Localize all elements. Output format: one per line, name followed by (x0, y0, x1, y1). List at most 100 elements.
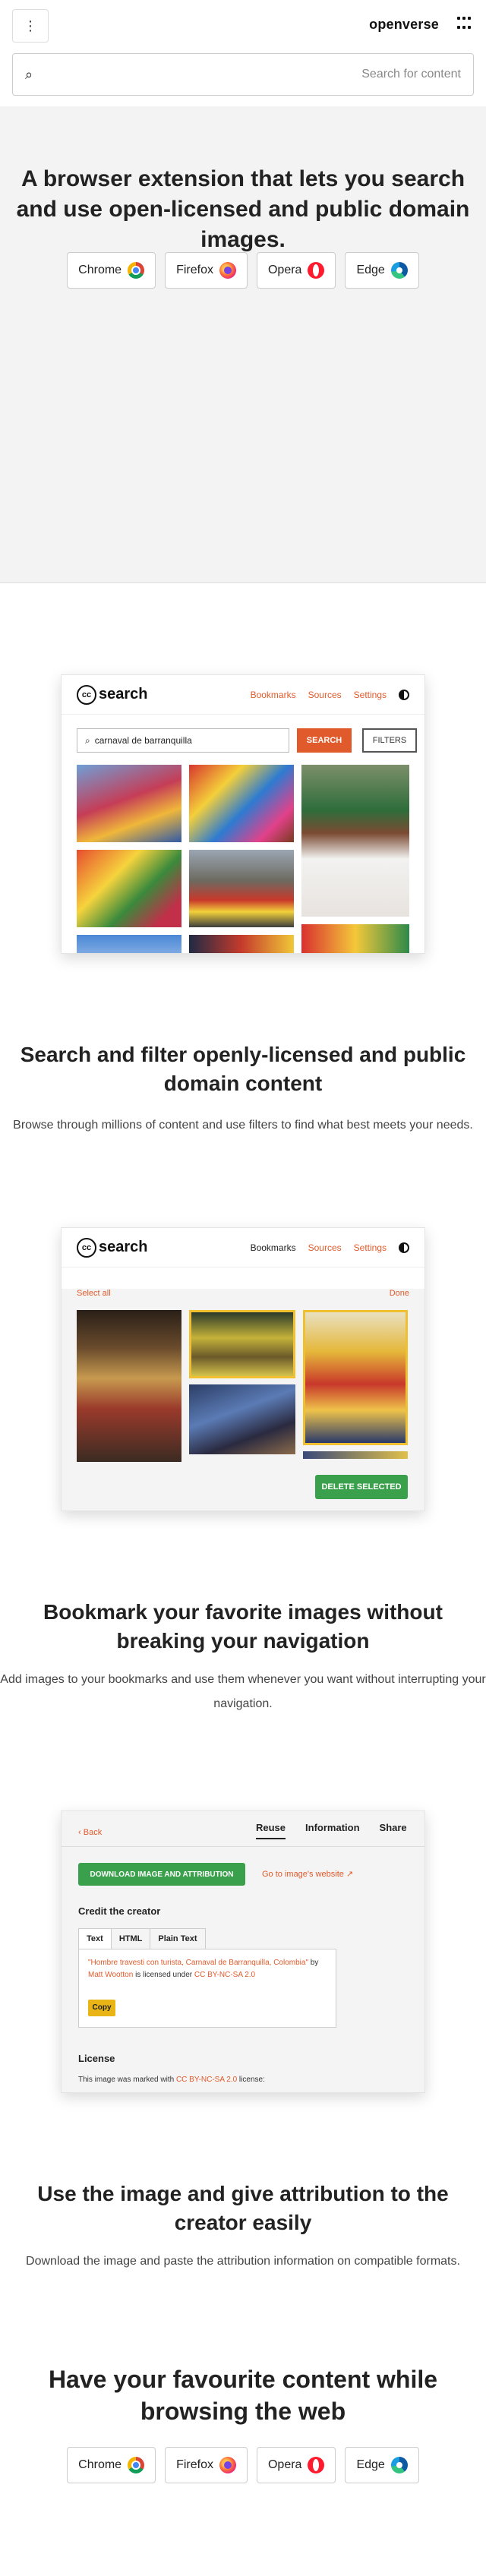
chrome-icon (128, 262, 145, 279)
firefox-icon (219, 2457, 236, 2473)
contrast-icon (399, 1242, 409, 1253)
attribution-section-subtitle: Download the image and paste the attribu… (26, 2255, 460, 2268)
opera-label: Opera (267, 2458, 302, 2471)
result-image (189, 765, 294, 842)
result-image (189, 935, 294, 953)
bookmark-image (303, 1451, 408, 1459)
bookmarks-section-subtitle: Add images to your bookmarks and use the… (0, 1673, 486, 1710)
bookmark-image (303, 1310, 408, 1445)
more-vertical-icon: ⋮ (24, 17, 37, 33)
bookmark-image (189, 1384, 295, 1454)
search-icon: ⌕ (25, 66, 33, 82)
edge-label: Edge (356, 264, 385, 276)
nav-settings: Settings (353, 1242, 387, 1253)
divider (62, 1846, 424, 1847)
search-field[interactable]: ⌕ (12, 53, 474, 96)
result-image (77, 935, 181, 953)
license-prefix: This image was marked with (78, 2076, 176, 2084)
chrome-button[interactable]: Chrome (67, 252, 156, 289)
opera-label: Opera (267, 264, 302, 276)
license-link: CC BY-NC-SA 2.0 (175, 2076, 238, 2084)
attribution-screenshot: ‹ Back Reuse Information Share DOWNLOAD … (61, 1810, 425, 2093)
firefox-label: Firefox (176, 264, 213, 276)
tab-share: Share (379, 1822, 407, 1833)
firefox-button[interactable]: Firefox (165, 252, 248, 289)
cta-browser-buttons: Chrome Firefox Opera Edge (0, 2447, 486, 2483)
attribution-tabs: Reuse Information Share (256, 1822, 407, 1839)
result-image (77, 765, 181, 842)
go-to-website-link: Go to image's website ↗ (262, 1869, 353, 1879)
mock-filters-button: FILTERS (362, 728, 417, 753)
opera-icon (308, 2457, 325, 2473)
firefox-label: Firefox (176, 2458, 213, 2471)
tab-text: Text (78, 1928, 112, 1949)
mock-header: cc search Bookmarks Sources Settings (62, 675, 424, 715)
attribution-section-title: Use the image and give attribution to th… (37, 2182, 449, 2234)
chrome-button[interactable]: Chrome (67, 2447, 156, 2483)
credit-heading: Credit the creator (78, 1905, 161, 1917)
external-link-icon: ↗ (343, 1870, 354, 1879)
nav-settings: Settings (353, 689, 387, 700)
edge-icon (390, 2457, 408, 2473)
tab-html: HTML (110, 1928, 151, 1949)
attribution-author-link: Matt Wootton (88, 1971, 134, 1979)
cc-search-logo: cc search (77, 684, 148, 705)
result-image (301, 924, 409, 953)
mock-search-input: ⌕ carnaval de barranquilla (77, 728, 289, 753)
bookmark-image (77, 1310, 181, 1462)
hero-title: A browser extension that lets you search… (16, 166, 470, 252)
chrome-icon (128, 2457, 145, 2473)
brand-logo[interactable]: openverse (369, 17, 439, 33)
result-image (77, 850, 181, 927)
license-heading: License (78, 2053, 115, 2064)
apps-grid-icon[interactable] (457, 17, 472, 32)
chrome-label: Chrome (78, 2458, 122, 2471)
nav-sources: Sources (308, 689, 342, 700)
search-screenshot: cc search Bookmarks Sources Settings ⌕ ca… (61, 674, 425, 954)
hero-section: A browser extension that lets you search… (0, 106, 486, 583)
top-bar: ⋮ openverse ⌕ (0, 0, 486, 106)
search-input[interactable] (33, 68, 461, 81)
search-section-title: Search and filter openly-licensed and pu… (20, 1043, 466, 1095)
edge-button[interactable]: Edge (345, 252, 419, 289)
attribution-text-box: "Hombre travesti con turista, Carnaval d… (78, 1949, 336, 2028)
edge-button[interactable]: Edge (345, 2447, 419, 2483)
opera-button[interactable]: Opera (256, 2447, 336, 2483)
bookmark-image (189, 1310, 295, 1378)
tab-reuse: Reuse (256, 1822, 286, 1839)
cc-search-logo: cc search (77, 1237, 148, 1258)
attribution-licensed: is licensed under (133, 1971, 194, 1979)
opera-icon (308, 262, 325, 279)
menu-button[interactable]: ⋮ (12, 9, 49, 43)
attribution-license-link: CC BY-NC-SA 2.0 (194, 1971, 256, 1979)
search-icon: ⌕ (85, 734, 90, 746)
contrast-icon (399, 689, 409, 700)
attribution-by: by (308, 1959, 319, 1967)
firefox-icon (219, 262, 236, 279)
result-image (189, 850, 294, 927)
edge-label: Edge (356, 2458, 385, 2471)
nav-sources: Sources (308, 1242, 342, 1253)
edge-icon (390, 262, 408, 279)
opera-button[interactable]: Opera (256, 252, 336, 289)
firefox-button[interactable]: Firefox (165, 2447, 248, 2483)
logo-text: search (99, 1239, 148, 1255)
chevron-left-icon: ‹ (78, 1828, 84, 1837)
bookmarks-screenshot: cc search Bookmarks Sources Settings Sel… (61, 1227, 425, 1511)
tab-plain-text: Plain Text (150, 1928, 206, 1949)
select-all-link: Select all (77, 1289, 111, 1298)
mock-nav: Bookmarks Sources Settings (250, 689, 409, 700)
back-link: ‹ Back (78, 1828, 102, 1837)
go-to-website-label: Go to image's website (262, 1870, 344, 1879)
mock-search-row: ⌕ carnaval de barranquilla SEARCH FILTERS (77, 728, 417, 753)
mock-nav: Bookmarks Sources Settings (251, 1242, 409, 1253)
cc-logo-icon: cc (77, 1237, 96, 1258)
nav-bookmarks: Bookmarks (250, 689, 296, 700)
mock-search-button: SEARCH (297, 728, 352, 753)
mock-header: cc search Bookmarks Sources Settings (62, 1228, 424, 1267)
nav-bookmarks: Bookmarks (250, 1242, 296, 1253)
result-image (301, 765, 409, 917)
format-tabs: Text HTML Plain Text (78, 1928, 206, 1949)
mock-query: carnaval de barranquilla (94, 735, 192, 746)
download-button: DOWNLOAD IMAGE AND ATTRIBUTION (78, 1863, 245, 1886)
